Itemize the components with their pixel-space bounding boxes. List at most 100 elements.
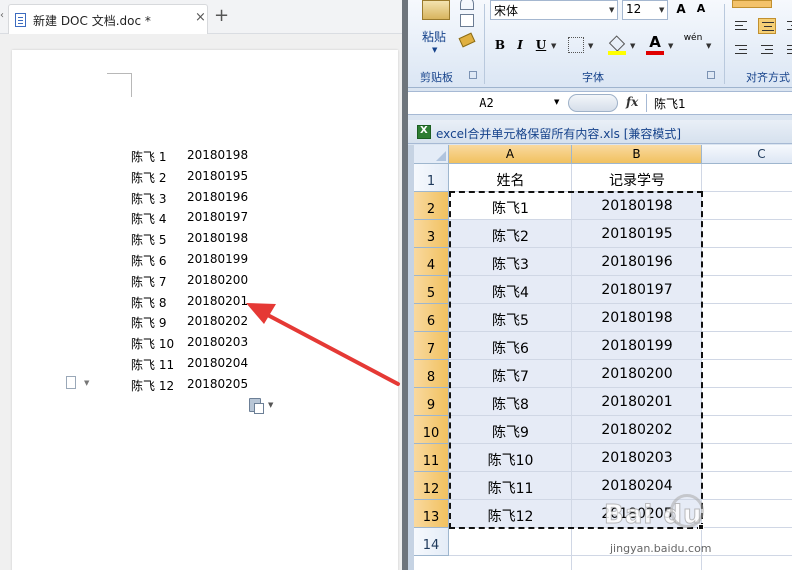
formula-input[interactable]: 陈飞1 [654,95,686,112]
chevron-down-icon[interactable]: ▼ [659,6,664,14]
underline-button[interactable]: U [532,36,550,54]
margin-crop-mark [131,73,132,97]
paste-button[interactable]: 粘贴 [422,28,446,45]
chevron-down-icon[interactable]: ▼ [609,6,614,14]
line-name: 陈飞 9 [131,316,167,331]
chevron-down-icon[interactable]: ▼ [554,98,559,106]
ribbon: 粘贴 ▼ 剪贴板 宋体 ▼ 12 ▼ A A B I U ▼ ▼ ▼ A ▼ w… [408,0,792,88]
chevron-down-icon[interactable]: ▼ [588,42,593,50]
document-line: 陈飞 9 20180202 [131,311,271,332]
row-header[interactable]: 6 [414,304,449,332]
line-name: 陈飞 4 [131,212,167,227]
document-icon[interactable] [66,376,76,389]
group-separator [484,4,485,84]
chevron-down-icon[interactable]: ▼ [630,42,635,50]
chevron-down-icon[interactable]: ▼ [551,42,556,50]
row-header[interactable]: 14 [414,528,449,556]
grow-font-button[interactable]: A [672,0,690,18]
font-color-button[interactable]: A [646,33,664,51]
line-name: 陈飞 6 [131,253,167,268]
row-header[interactable]: 1 [414,164,449,192]
row-header[interactable]: 9 [414,388,449,416]
borders-icon[interactable] [568,37,584,53]
line-name: 陈飞 5 [131,233,167,248]
document-line: 陈飞 4 20180197 [131,207,271,228]
shrink-font-button[interactable]: A [692,0,710,18]
bold-button[interactable]: B [492,36,508,54]
line-name: 陈飞 3 [131,191,167,206]
row-header[interactable]: 5 [414,276,449,304]
group-label-font: 字体 [582,71,604,84]
fill-color-swatch [608,51,626,55]
tab-scroll-left-icon[interactable]: ‹ [0,10,4,21]
group-label-clipboard: 剪贴板 [420,71,453,84]
wrap-text-icon[interactable] [784,42,792,58]
new-tab-button[interactable]: + [214,6,229,26]
namebox-resize-handle[interactable] [568,94,618,112]
tab-title: 新建 DOC 文档.doc * [33,14,151,28]
select-all-button[interactable] [414,145,449,164]
align-top-icon[interactable] [732,0,772,8]
row-header[interactable]: 10 [414,416,449,444]
excel-file-icon [417,125,431,139]
row-header[interactable]: 13 [414,500,449,528]
column-header-a[interactable]: A [449,145,572,164]
paste-options-icon[interactable] [249,398,264,414]
chevron-down-icon[interactable]: ▼ [84,379,89,387]
line-number: 20180204 [187,355,249,370]
name-box[interactable]: A2 [409,93,564,113]
dialog-launcher-icon[interactable] [469,71,477,79]
row-header[interactable]: 12 [414,472,449,500]
row-header[interactable]: 11 [414,444,449,472]
line-number: 20180205 [187,376,249,391]
cell-b1[interactable]: 记录学号 [572,170,702,190]
increase-indent-icon[interactable] [758,42,776,58]
line-number: 20180196 [187,189,249,204]
document-line: 陈飞 2 20180195 [131,166,271,187]
fill-handle[interactable] [698,524,704,530]
insert-function-button[interactable]: fx [626,95,638,109]
column-header-c[interactable]: C [702,145,792,164]
word-window: ‹ 新建 DOC 文档.doc * × + 陈飞 1 20180198 陈飞 2 2… [0,0,402,570]
cell-a1[interactable]: 姓名 [449,170,572,190]
copy-icon[interactable] [460,14,474,27]
document-icon [15,13,26,27]
align-left-icon[interactable] [732,18,750,34]
document-line: 陈飞 3 20180196 [131,187,271,208]
align-right-icon[interactable] [784,18,792,34]
cut-icon[interactable] [460,0,474,10]
row-header[interactable]: 7 [414,332,449,360]
row-header[interactable]: 3 [414,220,449,248]
column-header-b[interactable]: B [572,145,702,164]
gridline [449,555,792,556]
spreadsheet-grid[interactable]: A B C 1 2 3 4 5 6 7 8 9 10 11 12 13 14 姓… [408,145,792,570]
dialog-launcher-icon[interactable] [707,71,715,79]
document-line: 陈飞 7 20180200 [131,270,271,291]
row-header[interactable]: 4 [414,248,449,276]
document-body[interactable]: 陈飞 1 20180198 陈飞 2 20180195 陈飞 3 20180196 陈… [131,145,271,395]
document-line: 陈飞 1 20180198 [131,145,271,166]
tab-document[interactable]: 新建 DOC 文档.doc * × [8,4,208,34]
chevron-down-icon[interactable]: ▼ [706,42,711,50]
formula-bar: A2 ▼ fx 陈飞1 [408,91,792,115]
chevron-down-icon[interactable]: ▼ [268,401,273,409]
close-tab-icon[interactable]: × [195,10,206,25]
font-name-select[interactable]: 宋体 [490,0,618,20]
line-number: 20180200 [187,272,249,287]
workbook-name: excel合并单元格保留所有内容.xls [兼容模式] [436,127,682,141]
row-header[interactable]: 8 [414,360,449,388]
phonetic-guide-button[interactable]: wén [682,34,704,52]
excel-window: 粘贴 ▼ 剪贴板 宋体 ▼ 12 ▼ A A B I U ▼ ▼ ▼ A ▼ w… [408,0,792,570]
row-header[interactable]: 2 [414,192,449,220]
copy-marquee [449,191,703,529]
document-line: 陈飞 5 20180198 [131,228,271,249]
workbook-title-bar: excel合并单元格保留所有内容.xls [兼容模式] [408,120,792,144]
chevron-down-icon[interactable]: ▼ [432,46,437,54]
italic-button[interactable]: I [512,36,528,54]
align-center-icon[interactable] [758,18,776,34]
paste-icon[interactable] [422,0,450,20]
line-name: 陈飞 8 [131,295,167,310]
chevron-down-icon[interactable]: ▼ [668,42,673,50]
decrease-indent-icon[interactable] [732,42,750,58]
format-painter-icon[interactable] [458,32,476,48]
